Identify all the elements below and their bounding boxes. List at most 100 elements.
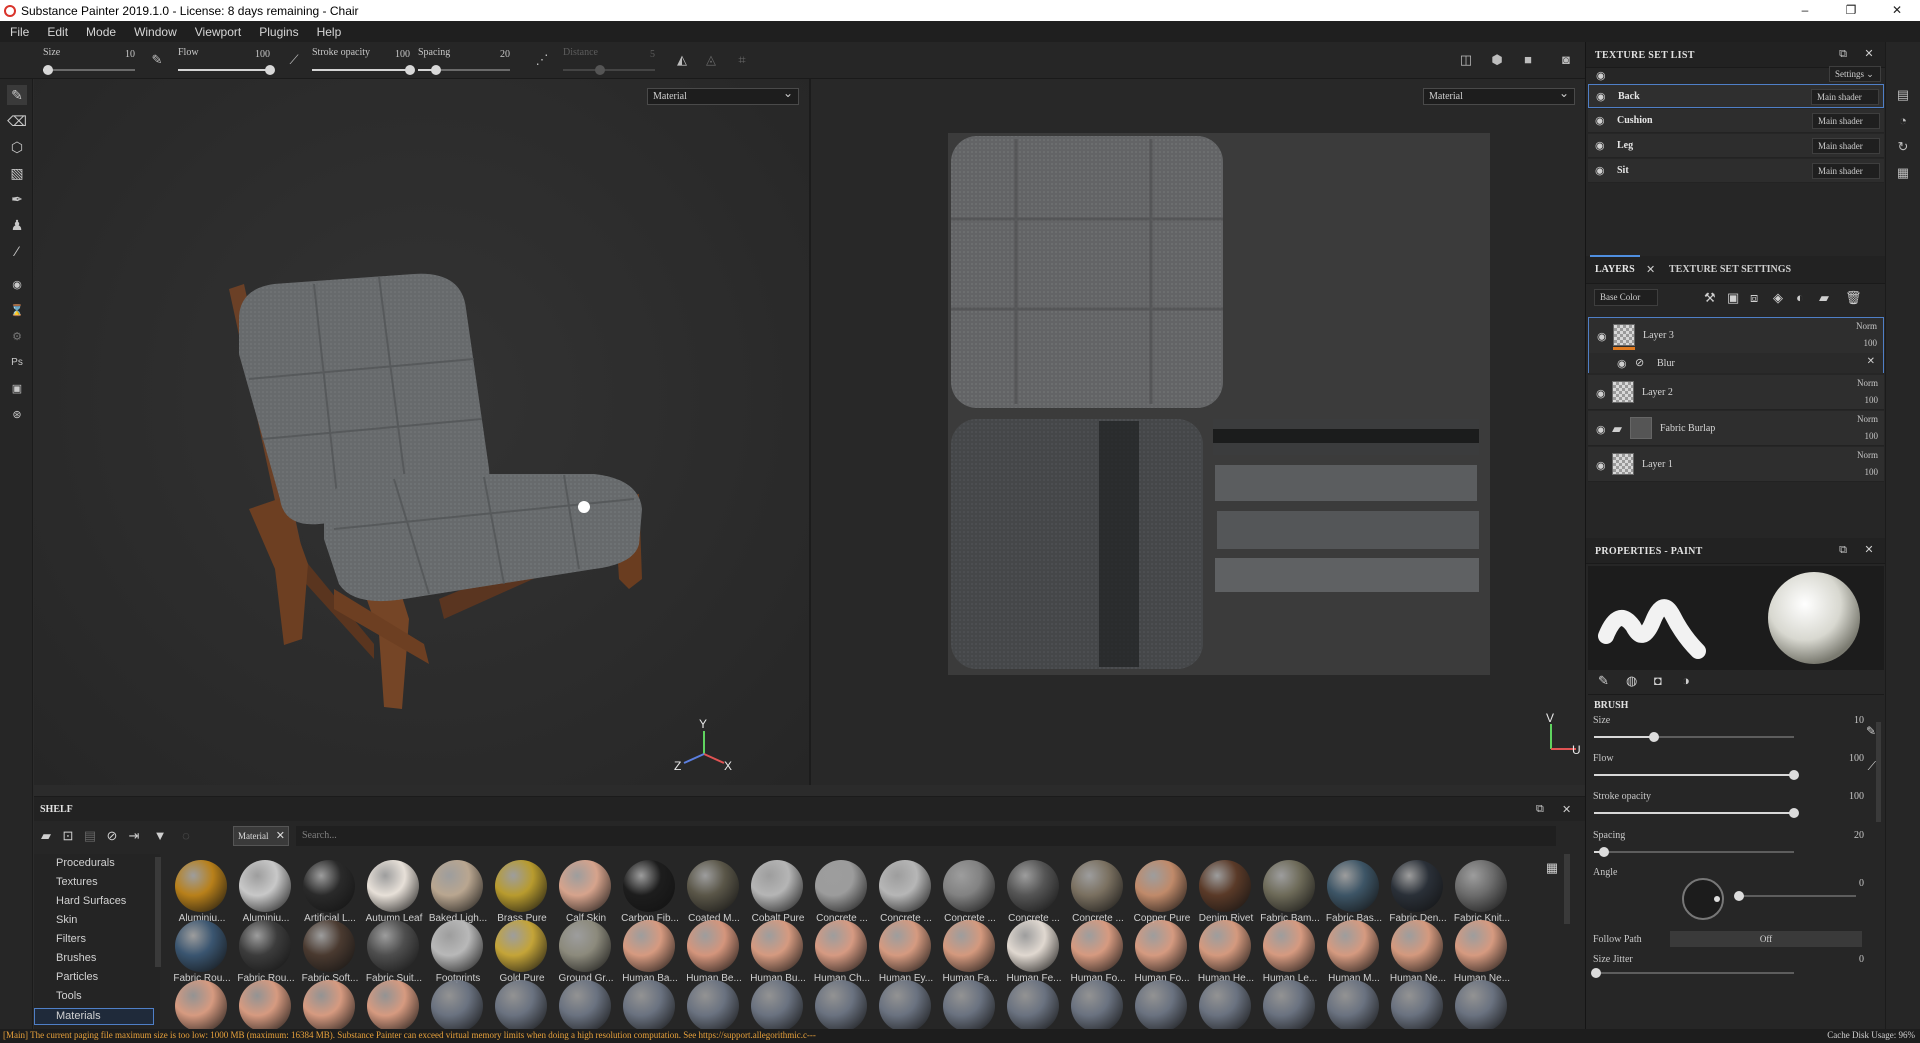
polygon-fill-icon[interactable]: ▧	[7, 163, 27, 183]
tab-texture-set-settings[interactable]: TEXTURE SET SETTINGS	[1669, 264, 1791, 275]
viewport-3d[interactable]: Material Y Z X	[34, 79, 809, 785]
layer-row-1[interactable]: ◉ Layer 1 Norm 100	[1588, 447, 1884, 482]
size-knob[interactable]	[42, 65, 53, 75]
menu-viewport[interactable]: Viewport	[185, 25, 249, 39]
alpha-tab-icon[interactable]: ◍	[1626, 673, 1637, 689]
material-thumbnail[interactable]	[1066, 976, 1128, 1030]
material-thumbnail[interactable]: Human Le...	[1258, 916, 1320, 984]
material-thumbnail[interactable]: Human Fo...	[1066, 916, 1128, 984]
texture-set-leg[interactable]: ◉ Leg Main shader	[1588, 134, 1884, 158]
material-thumbnail[interactable]: Ground Gr...	[554, 916, 616, 984]
material-thumbnail[interactable]: Fabric Suit...	[362, 916, 424, 984]
history-icon[interactable]: ↻	[1894, 138, 1912, 156]
brush-flow-row[interactable]: Flow 100 ⟋	[1586, 750, 1886, 780]
material-thumbnail[interactable]	[362, 976, 424, 1030]
material-thumbnail[interactable]: Fabric Rou...	[234, 916, 296, 984]
material-thumbnail[interactable]	[1194, 976, 1256, 1030]
eye-toggle-all-icon[interactable]: ◉	[1596, 69, 1606, 82]
layer-row-2[interactable]: ◉ Layer 2 Norm 100	[1588, 375, 1884, 410]
color-picker-icon[interactable]: ⁄	[7, 241, 27, 261]
material-thumbnail[interactable]: Human Be...	[682, 916, 744, 984]
delete-layer-icon[interactable]: 🗑	[1845, 290, 1862, 306]
layer-blend-mode[interactable]: Norm	[1856, 321, 1877, 331]
texture-set-settings-dropdown[interactable]: Settings ⌄	[1829, 66, 1881, 82]
add-layer-icon[interactable]: ⧈	[1750, 290, 1758, 306]
material-thumbnail[interactable]: Concrete ...	[938, 856, 1000, 924]
material-thumbnail[interactable]	[938, 976, 1000, 1030]
material-thumbnail[interactable]: Concrete ...	[1066, 856, 1128, 924]
material-thumbnail[interactable]: Human Bu...	[746, 916, 808, 984]
layer-opacity[interactable]: 100	[1864, 338, 1878, 348]
brush-size-row[interactable]: Size 10 ✎	[1586, 712, 1886, 742]
shader-settings-icon[interactable]: ◔	[1894, 112, 1912, 130]
category-filters[interactable]: Filters	[56, 933, 86, 945]
distance-knob[interactable]	[594, 65, 605, 75]
float-panel-icon[interactable]: ⧉	[1836, 47, 1850, 61]
camera-icon[interactable]: ■	[1519, 51, 1537, 69]
eye-icon[interactable]: ◉	[1617, 357, 1627, 370]
material-thumbnail[interactable]: Concrete ...	[810, 856, 872, 924]
add-effect-icon[interactable]: ⚒	[1704, 290, 1716, 306]
angle-dial[interactable]	[1682, 878, 1724, 920]
hide-icon[interactable]: ⊘	[104, 828, 120, 844]
display-settings-icon[interactable]: ▤	[1894, 86, 1912, 104]
brush-spacing-knob[interactable]	[1599, 847, 1609, 857]
menu-plugins[interactable]: Plugins	[249, 25, 306, 39]
lazy-mouse-icon[interactable]: ⋰	[533, 51, 551, 69]
material-thumbnail[interactable]: Gold Pure	[490, 916, 552, 984]
iray-icon[interactable]: ⌛	[7, 301, 27, 321]
shader-select[interactable]: Main shader	[1812, 163, 1880, 179]
remove-effect-icon[interactable]: ✕	[1867, 356, 1875, 367]
material-thumbnail[interactable]	[682, 976, 744, 1030]
close-panel-icon[interactable]: ✕	[1562, 803, 1571, 816]
material-thumbnail[interactable]: Fabric Soft...	[298, 916, 360, 984]
split-view-icon[interactable]: ◫	[1457, 51, 1475, 69]
material-thumbnail[interactable]	[1450, 976, 1512, 1030]
material-thumbnail[interactable]	[810, 976, 872, 1030]
close-panel-icon[interactable]: ✕	[1862, 543, 1876, 557]
add-folder-icon[interactable]: ▰	[1819, 290, 1829, 306]
material-thumbnail[interactable]: Human Ch...	[810, 916, 872, 984]
eye-icon[interactable]: ◉	[1596, 90, 1612, 103]
brush-spacing-value[interactable]: 20	[1854, 830, 1864, 841]
category-skin[interactable]: Skin	[56, 914, 77, 926]
layer-opacity[interactable]: 100	[1865, 395, 1879, 405]
material-thumbnail[interactable]: Fabric Den...	[1386, 856, 1448, 924]
material-thumbnail[interactable]: Copper Pure	[1130, 856, 1192, 924]
float-panel-icon[interactable]: ⧉	[1536, 803, 1544, 816]
menu-help[interactable]: Help	[307, 25, 350, 39]
material-thumbnail[interactable]	[1002, 976, 1064, 1030]
brush-angle-value[interactable]: 0	[1859, 878, 1864, 889]
brush-tab-icon[interactable]: ✎	[1598, 673, 1609, 689]
material-thumbnail[interactable]: Autumn Leaf	[362, 856, 424, 924]
effect-row-blur[interactable]: ◉ ⊘ Blur ✕	[1589, 353, 1883, 373]
material-thumbnail[interactable]	[1258, 976, 1320, 1030]
float-panel-icon[interactable]: ⧉	[1836, 543, 1850, 557]
add-fill-layer-icon[interactable]: ◈	[1773, 290, 1783, 306]
symmetry-icon[interactable]: ◭	[673, 51, 691, 69]
material-thumbnail[interactable]	[170, 976, 232, 1030]
material-thumbnail[interactable]: Human Fa...	[938, 916, 1000, 984]
brush-flow-knob[interactable]	[1789, 770, 1799, 780]
material-thumbnail[interactable]	[1386, 976, 1448, 1030]
texture-set-cushion[interactable]: ◉ Cushion Main shader	[1588, 109, 1884, 133]
category-brushes[interactable]: Brushes	[56, 952, 96, 964]
settings-gear-icon[interactable]: ⚙	[7, 327, 27, 347]
flow-pressure-icon[interactable]: ⟋	[1868, 759, 1876, 774]
material-thumbnail[interactable]	[874, 976, 936, 1030]
distance-slider[interactable]: Distance 5	[563, 45, 655, 77]
material-thumbnail[interactable]: Fabric Knit...	[1450, 856, 1512, 924]
material-thumbnail[interactable]: Concrete ...	[1002, 856, 1064, 924]
projection-icon[interactable]: ⬡	[7, 137, 27, 157]
maximize-button[interactable]: ❐	[1828, 0, 1874, 21]
menu-mode[interactable]: Mode	[76, 25, 124, 39]
material-thumbnail[interactable]: Artificial L...	[298, 856, 360, 924]
material-thumbnail[interactable]: Fabric Rou...	[170, 916, 232, 984]
eye-icon[interactable]: ◉	[1595, 139, 1611, 152]
material-thumbnail[interactable]: Denim Rivet	[1194, 856, 1256, 924]
layer-opacity[interactable]: 100	[1865, 467, 1879, 477]
size-value[interactable]: 10	[125, 49, 135, 60]
material-thumbnail[interactable]	[298, 976, 360, 1030]
material-thumbnail[interactable]: Footprints	[426, 916, 488, 984]
size-jitter-knob[interactable]	[1591, 968, 1601, 978]
